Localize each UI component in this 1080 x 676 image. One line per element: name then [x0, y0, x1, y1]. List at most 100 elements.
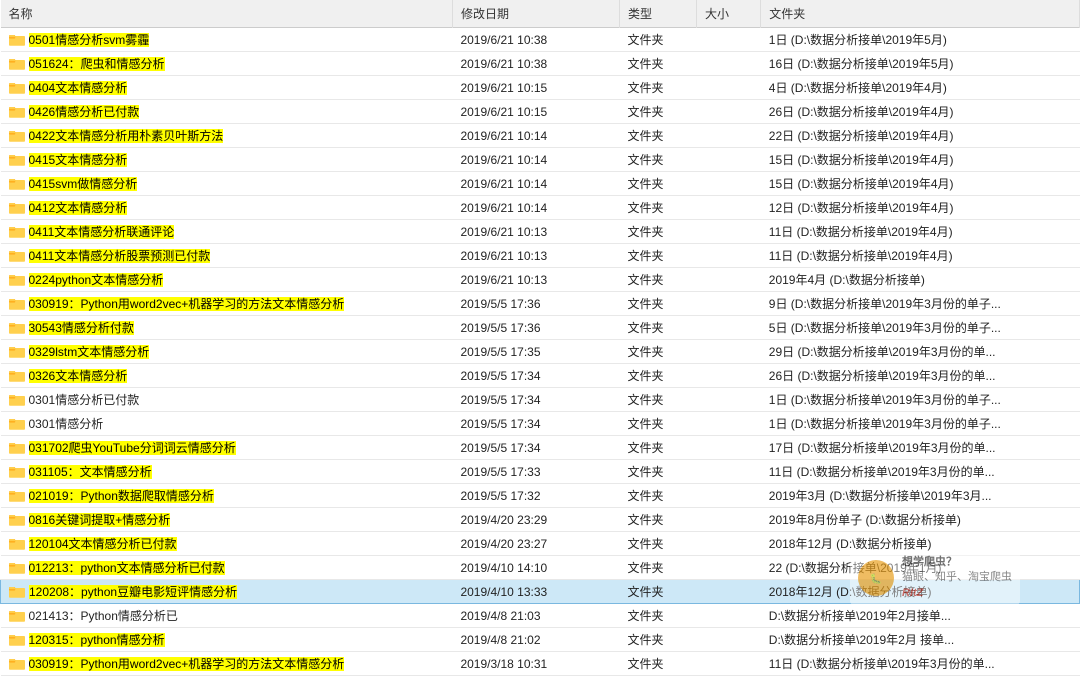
file-folder-path: 17日 (D:\数据分析接单\2019年3月份的单... — [761, 436, 1080, 460]
col-header-folder[interactable]: 文件夹 — [761, 0, 1080, 28]
table-row[interactable]: 0329lstm文本情感分析2019/5/5 17:35文件夹29日 (D:\数… — [1, 340, 1080, 364]
table-row[interactable]: 0411文本情感分析股票预测已付款2019/6/21 10:13文件夹11日 (… — [1, 244, 1080, 268]
file-name-cell: 0415文本情感分析 — [1, 148, 453, 172]
file-date: 2019/5/5 17:34 — [452, 436, 619, 460]
file-name-text: 0301情感分析已付款 — [29, 391, 140, 408]
file-name-text: 031105：文本情感分析 — [29, 463, 152, 480]
file-name-cell: 0329lstm文本情感分析 — [1, 340, 453, 364]
file-name-text: 0501情感分析svm雾霾 — [29, 31, 150, 48]
file-size — [697, 556, 761, 580]
table-row[interactable]: 012213：python文本情感分析已付款2019/4/10 14:10文件夹… — [1, 556, 1080, 580]
file-name-text: 0415文本情感分析 — [29, 151, 128, 168]
table-row[interactable]: 0411文本情感分析联通评论2019/6/21 10:13文件夹11日 (D:\… — [1, 220, 1080, 244]
name-with-icon: 120208：python豆瓣电影短评情感分析 — [9, 583, 444, 600]
file-name-cell: 012213：python文本情感分析已付款 — [1, 556, 453, 580]
file-name-cell: 0224python文本情感分析 — [1, 268, 453, 292]
table-row[interactable]: 0415svm做情感分析2019/6/21 10:14文件夹15日 (D:\数据… — [1, 172, 1080, 196]
table-row[interactable]: 0301情感分析2019/5/5 17:34文件夹1日 (D:\数据分析接单\2… — [1, 412, 1080, 436]
file-name-cell: 30543情感分析付款 — [1, 316, 453, 340]
file-date: 2019/6/21 10:38 — [452, 52, 619, 76]
name-with-icon: 0329lstm文本情感分析 — [9, 343, 445, 360]
col-header-date[interactable]: 修改日期 — [452, 0, 619, 28]
table-row[interactable]: 021413：Python情感分析已2019/4/8 21:03文件夹D:\数据… — [1, 604, 1080, 628]
file-name-cell: 0326文本情感分析 — [1, 364, 453, 388]
file-size — [697, 532, 761, 556]
name-with-icon: 0301情感分析已付款 — [9, 391, 445, 408]
table-header-row: 名称 修改日期 类型 大小 文件夹 — [1, 0, 1080, 28]
name-with-icon: 0415文本情感分析 — [9, 151, 445, 168]
table-row[interactable]: 051624：爬虫和情感分析2019/6/21 10:38文件夹16日 (D:\… — [1, 52, 1080, 76]
file-folder-path: D:\数据分析接单\2019年2月接单... — [761, 604, 1080, 628]
file-name-text: 051624：爬虫和情感分析 — [29, 55, 165, 72]
table-row[interactable]: 0404文本情感分析2019/6/21 10:15文件夹4日 (D:\数据分析接… — [1, 76, 1080, 100]
file-name-cell: 120315：python情感分析 — [1, 628, 453, 652]
col-header-name[interactable]: 名称 — [1, 0, 453, 28]
file-name-cell: 0422文本情感分析用朴素贝叶斯方法 — [1, 124, 453, 148]
name-with-icon: 0415svm做情感分析 — [9, 175, 445, 192]
table-row[interactable]: 0816关键词提取+情感分析2019/4/20 23:29文件夹2019年8月份… — [1, 508, 1080, 532]
file-size — [697, 124, 761, 148]
table-row[interactable]: 030919：Python用word2vec+机器学习的方法文本情感分析2019… — [1, 292, 1080, 316]
table-row[interactable]: 030919：Python用word2vec+机器学习的方法文本情感分析2019… — [1, 652, 1080, 676]
file-type: 文件夹 — [619, 652, 696, 676]
file-date: 2019/4/8 21:02 — [452, 628, 619, 652]
file-name-cell: 0411文本情感分析联通评论 — [1, 220, 453, 244]
name-with-icon: 030919：Python用word2vec+机器学习的方法文本情感分析 — [9, 295, 445, 312]
table-row[interactable]: 031105：文本情感分析2019/5/5 17:33文件夹11日 (D:\数据… — [1, 460, 1080, 484]
name-with-icon: 012213：python文本情感分析已付款 — [9, 559, 445, 576]
name-with-icon: 0501情感分析svm雾霾 — [9, 31, 445, 48]
table-row[interactable]: 30543情感分析付款2019/5/5 17:36文件夹5日 (D:\数据分析接… — [1, 316, 1080, 340]
file-type: 文件夹 — [619, 100, 696, 124]
file-folder-path: 2018年12月 (D:\数据分析接单) — [761, 580, 1080, 604]
table-row[interactable]: 0412文本情感分析2019/6/21 10:14文件夹12日 (D:\数据分析… — [1, 196, 1080, 220]
file-name-text: 0301情感分析 — [29, 415, 104, 432]
file-date: 2019/5/5 17:34 — [452, 364, 619, 388]
name-with-icon: 0411文本情感分析股票预测已付款 — [9, 247, 445, 264]
file-size — [697, 244, 761, 268]
file-size — [697, 460, 761, 484]
table-row[interactable]: 120104文本情感分析已付款2019/4/20 23:27文件夹2018年12… — [1, 532, 1080, 556]
file-type: 文件夹 — [619, 556, 696, 580]
file-size — [697, 628, 761, 652]
table-row[interactable]: 0326文本情感分析2019/5/5 17:34文件夹26日 (D:\数据分析接… — [1, 364, 1080, 388]
table-row[interactable]: 120315：python情感分析2019/4/8 21:02文件夹D:\数据分… — [1, 628, 1080, 652]
file-folder-path: 15日 (D:\数据分析接单\2019年4月) — [761, 172, 1080, 196]
file-folder-path: 4日 (D:\数据分析接单\2019年4月) — [761, 76, 1080, 100]
file-name-text: 0422文本情感分析用朴素贝叶斯方法 — [29, 127, 224, 144]
col-header-size[interactable]: 大小 — [697, 0, 761, 28]
file-date: 2019/6/21 10:14 — [452, 124, 619, 148]
name-with-icon: 0426情感分析已付款 — [9, 103, 445, 120]
file-date: 2019/6/21 10:13 — [452, 244, 619, 268]
col-header-type[interactable]: 类型 — [619, 0, 696, 28]
file-type: 文件夹 — [619, 52, 696, 76]
file-type: 文件夹 — [619, 580, 696, 604]
table-row[interactable]: 031702爬虫YouTube分词词云情感分析2019/5/5 17:34文件夹… — [1, 436, 1080, 460]
table-row[interactable]: 0422文本情感分析用朴素贝叶斯方法2019/6/21 10:14文件夹22日 … — [1, 124, 1080, 148]
table-row[interactable]: 021019：Python数据爬取情感分析2019/5/5 17:32文件夹20… — [1, 484, 1080, 508]
file-date: 2019/3/18 10:31 — [452, 652, 619, 676]
table-row[interactable]: 120208：python豆瓣电影短评情感分析2019/4/10 13:33文件… — [1, 580, 1080, 604]
file-folder-path: 2019年3月 (D:\数据分析接单\2019年3月... — [761, 484, 1080, 508]
file-name-text: 0326文本情感分析 — [29, 367, 128, 384]
file-type: 文件夹 — [619, 484, 696, 508]
file-date: 2019/6/21 10:15 — [452, 76, 619, 100]
file-size — [697, 172, 761, 196]
table-row[interactable]: 0301情感分析已付款2019/5/5 17:34文件夹1日 (D:\数据分析接… — [1, 388, 1080, 412]
file-folder-path: 1日 (D:\数据分析接单\2019年3月份的单子... — [761, 388, 1080, 412]
file-folder-path: D:\数据分析接单\2019年2月 接单... — [761, 628, 1080, 652]
table-row[interactable]: 0426情感分析已付款2019/6/21 10:15文件夹26日 (D:\数据分… — [1, 100, 1080, 124]
table-row[interactable]: 0415文本情感分析2019/6/21 10:14文件夹15日 (D:\数据分析… — [1, 148, 1080, 172]
file-name-cell: 0301情感分析已付款 — [1, 388, 453, 412]
table-row[interactable]: 0501情感分析svm雾霾2019/6/21 10:38文件夹1日 (D:\数据… — [1, 28, 1080, 52]
table-row[interactable]: 0224python文本情感分析2019/6/21 10:13文件夹2019年4… — [1, 268, 1080, 292]
file-size — [697, 364, 761, 388]
file-size — [697, 196, 761, 220]
file-folder-path: 1日 (D:\数据分析接单\2019年5月) — [761, 28, 1080, 52]
file-date: 2019/5/5 17:32 — [452, 484, 619, 508]
name-with-icon: 120104文本情感分析已付款 — [9, 535, 445, 552]
name-with-icon: 031702爬虫YouTube分词词云情感分析 — [9, 439, 445, 456]
file-folder-path: 2018年12月 (D:\数据分析接单) — [761, 532, 1080, 556]
file-name-cell: 0415svm做情感分析 — [1, 172, 453, 196]
file-name-cell: 0501情感分析svm雾霾 — [1, 28, 453, 52]
file-folder-path: 9日 (D:\数据分析接单\2019年3月份的单子... — [761, 292, 1080, 316]
